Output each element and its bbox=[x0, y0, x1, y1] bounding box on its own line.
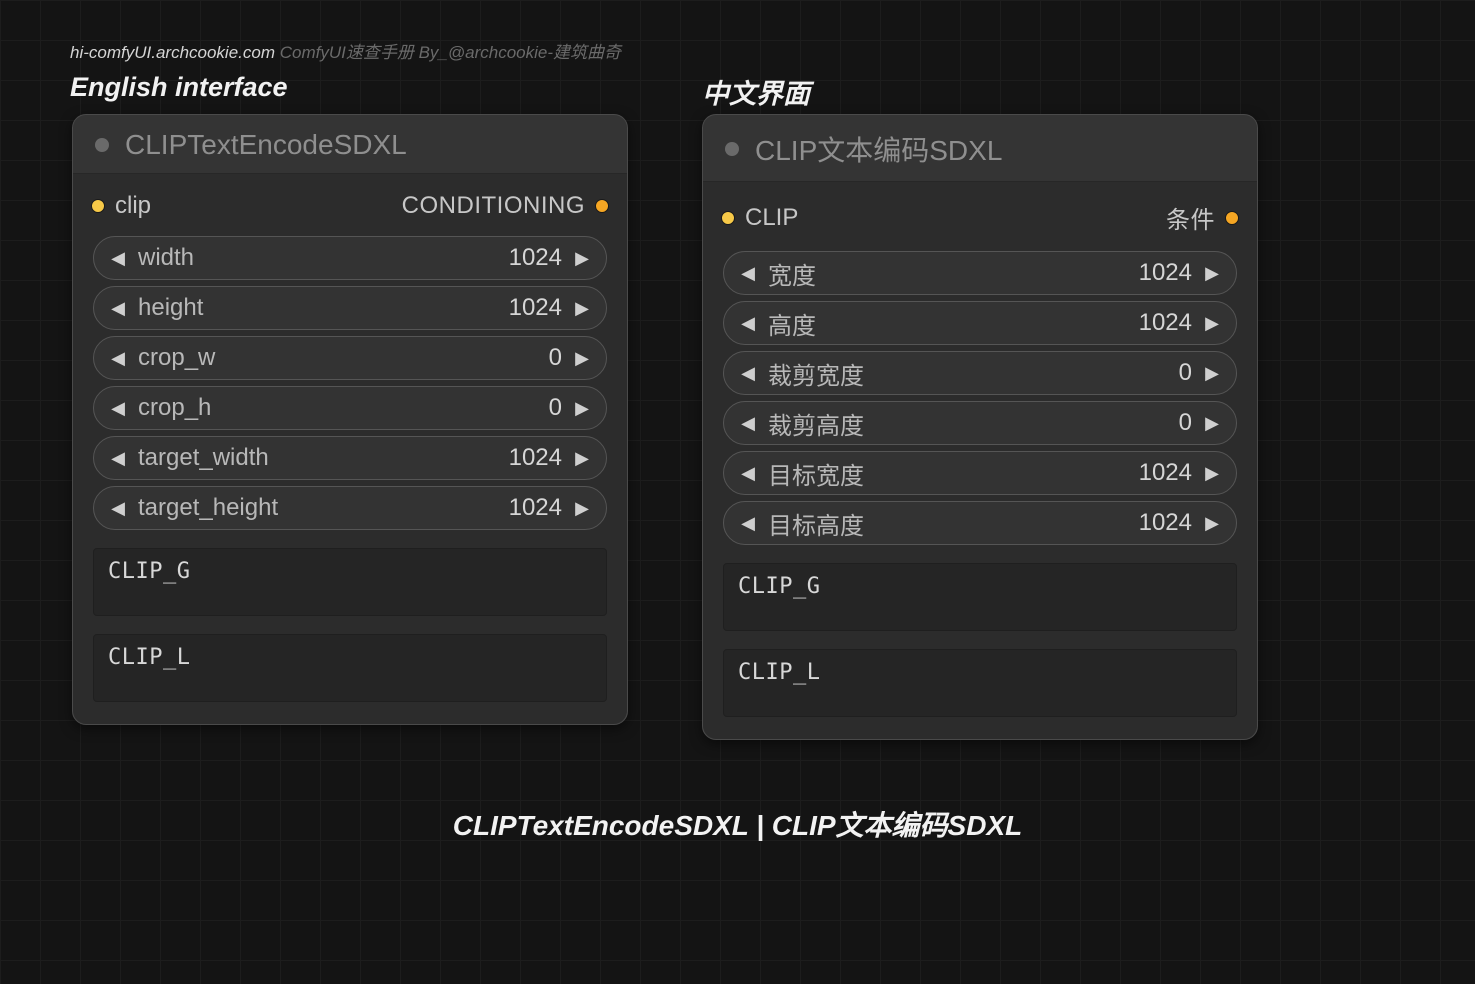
increment-icon[interactable]: ▶ bbox=[1202, 463, 1222, 484]
text-g-input[interactable]: CLIP_G bbox=[723, 563, 1237, 631]
param-value[interactable]: 0 bbox=[1179, 409, 1192, 437]
param-crop-h[interactable]: ◀ crop_h 0 ▶ bbox=[93, 386, 607, 430]
increment-icon[interactable]: ▶ bbox=[572, 248, 592, 269]
port-dot-icon[interactable] bbox=[721, 211, 735, 225]
param-name: crop_h bbox=[138, 394, 211, 422]
increment-icon[interactable]: ▶ bbox=[572, 398, 592, 419]
watermark-rest: ComfyUI速查手册 By_@archcookie-建筑曲奇 bbox=[275, 43, 621, 62]
param-name: target_height bbox=[138, 494, 278, 522]
param-name: height bbox=[138, 294, 203, 322]
ports-row: clip CONDITIONING bbox=[83, 186, 617, 230]
input-port-label: CLIP bbox=[745, 204, 798, 232]
decrement-icon[interactable]: ◀ bbox=[108, 348, 128, 369]
decrement-icon[interactable]: ◀ bbox=[108, 248, 128, 269]
node-title: CLIP文本编码SDXL bbox=[755, 129, 1002, 169]
decrement-icon[interactable]: ◀ bbox=[738, 513, 758, 534]
param-value[interactable]: 1024 bbox=[509, 444, 562, 472]
param-value[interactable]: 1024 bbox=[509, 294, 562, 322]
collapse-toggle-icon[interactable] bbox=[725, 142, 739, 156]
param-width[interactable]: ◀ 宽度 1024 ▶ bbox=[723, 251, 1237, 295]
section-label-chinese: 中文界面 bbox=[702, 72, 810, 111]
node-cliptextencodesdxl-zh[interactable]: CLIP文本编码SDXL CLIP 条件 ◀ 宽度 1024 ▶ ◀ 高度 10… bbox=[702, 114, 1258, 740]
node-header[interactable]: CLIPTextEncodeSDXL bbox=[73, 115, 627, 174]
param-name: width bbox=[138, 244, 194, 272]
param-crop-w[interactable]: ◀ 裁剪宽度 0 ▶ bbox=[723, 351, 1237, 395]
param-target-width[interactable]: ◀ 目标宽度 1024 ▶ bbox=[723, 451, 1237, 495]
param-height[interactable]: ◀ 高度 1024 ▶ bbox=[723, 301, 1237, 345]
input-port-clip[interactable]: clip bbox=[91, 192, 151, 220]
node-body: CLIP 条件 ◀ 宽度 1024 ▶ ◀ 高度 1024 ▶ ◀ 裁剪宽度 0 bbox=[703, 182, 1257, 739]
param-name: crop_w bbox=[138, 344, 215, 372]
port-dot-icon[interactable] bbox=[595, 199, 609, 213]
increment-icon[interactable]: ▶ bbox=[1202, 263, 1222, 284]
collapse-toggle-icon[interactable] bbox=[95, 138, 109, 152]
increment-icon[interactable]: ▶ bbox=[1202, 513, 1222, 534]
decrement-icon[interactable]: ◀ bbox=[108, 448, 128, 469]
param-value[interactable]: 1024 bbox=[1139, 309, 1192, 337]
param-name: target_width bbox=[138, 444, 269, 472]
section-label-english: English interface bbox=[70, 72, 288, 103]
decrement-icon[interactable]: ◀ bbox=[738, 263, 758, 284]
increment-icon[interactable]: ▶ bbox=[572, 348, 592, 369]
param-target-width[interactable]: ◀ target_width 1024 ▶ bbox=[93, 436, 607, 480]
watermark-text: hi-comfyUI.archcookie.com ComfyUI速查手册 By… bbox=[70, 38, 621, 63]
param-value[interactable]: 1024 bbox=[1139, 459, 1192, 487]
decrement-icon[interactable]: ◀ bbox=[738, 363, 758, 384]
increment-icon[interactable]: ▶ bbox=[572, 298, 592, 319]
param-name: 目标高度 bbox=[768, 506, 864, 541]
decrement-icon[interactable]: ◀ bbox=[738, 413, 758, 434]
text-g-input[interactable]: CLIP_G bbox=[93, 548, 607, 616]
output-port-conditioning[interactable]: CONDITIONING bbox=[402, 192, 609, 220]
watermark-site: hi-comfyUI.archcookie.com bbox=[70, 43, 275, 62]
output-port-conditioning[interactable]: 条件 bbox=[1166, 200, 1239, 235]
param-crop-h[interactable]: ◀ 裁剪高度 0 ▶ bbox=[723, 401, 1237, 445]
param-name: 裁剪高度 bbox=[768, 406, 864, 441]
decrement-icon[interactable]: ◀ bbox=[738, 463, 758, 484]
increment-icon[interactable]: ▶ bbox=[572, 448, 592, 469]
param-value[interactable]: 1024 bbox=[509, 244, 562, 272]
param-value[interactable]: 1024 bbox=[1139, 259, 1192, 287]
param-value[interactable]: 1024 bbox=[1139, 509, 1192, 537]
param-value[interactable]: 0 bbox=[549, 394, 562, 422]
output-port-label: CONDITIONING bbox=[402, 192, 585, 220]
text-l-input[interactable]: CLIP_L bbox=[93, 634, 607, 702]
param-name: 裁剪宽度 bbox=[768, 356, 864, 391]
port-dot-icon[interactable] bbox=[91, 199, 105, 213]
increment-icon[interactable]: ▶ bbox=[572, 498, 592, 519]
decrement-icon[interactable]: ◀ bbox=[108, 398, 128, 419]
node-header[interactable]: CLIP文本编码SDXL bbox=[703, 115, 1257, 182]
node-body: clip CONDITIONING ◀ width 1024 ▶ ◀ heigh… bbox=[73, 174, 627, 724]
text-l-input[interactable]: CLIP_L bbox=[723, 649, 1237, 717]
param-value[interactable]: 1024 bbox=[509, 494, 562, 522]
input-port-clip[interactable]: CLIP bbox=[721, 204, 798, 232]
param-crop-w[interactable]: ◀ crop_w 0 ▶ bbox=[93, 336, 607, 380]
param-target-height[interactable]: ◀ 目标高度 1024 ▶ bbox=[723, 501, 1237, 545]
param-height[interactable]: ◀ height 1024 ▶ bbox=[93, 286, 607, 330]
param-name: 高度 bbox=[768, 306, 816, 341]
param-value[interactable]: 0 bbox=[549, 344, 562, 372]
increment-icon[interactable]: ▶ bbox=[1202, 313, 1222, 334]
footer-caption: CLIPTextEncodeSDXL | CLIP文本编码SDXL bbox=[0, 804, 1475, 844]
decrement-icon[interactable]: ◀ bbox=[738, 313, 758, 334]
param-name: 宽度 bbox=[768, 256, 816, 291]
decrement-icon[interactable]: ◀ bbox=[108, 298, 128, 319]
node-cliptextencodesdxl-en[interactable]: CLIPTextEncodeSDXL clip CONDITIONING ◀ w… bbox=[72, 114, 628, 725]
param-value[interactable]: 0 bbox=[1179, 359, 1192, 387]
ports-row: CLIP 条件 bbox=[713, 194, 1247, 245]
decrement-icon[interactable]: ◀ bbox=[108, 498, 128, 519]
input-port-label: clip bbox=[115, 192, 151, 220]
node-title: CLIPTextEncodeSDXL bbox=[125, 129, 407, 161]
output-port-label: 条件 bbox=[1166, 200, 1215, 235]
increment-icon[interactable]: ▶ bbox=[1202, 413, 1222, 434]
param-width[interactable]: ◀ width 1024 ▶ bbox=[93, 236, 607, 280]
param-name: 目标宽度 bbox=[768, 456, 864, 491]
param-target-height[interactable]: ◀ target_height 1024 ▶ bbox=[93, 486, 607, 530]
increment-icon[interactable]: ▶ bbox=[1202, 363, 1222, 384]
port-dot-icon[interactable] bbox=[1225, 211, 1239, 225]
